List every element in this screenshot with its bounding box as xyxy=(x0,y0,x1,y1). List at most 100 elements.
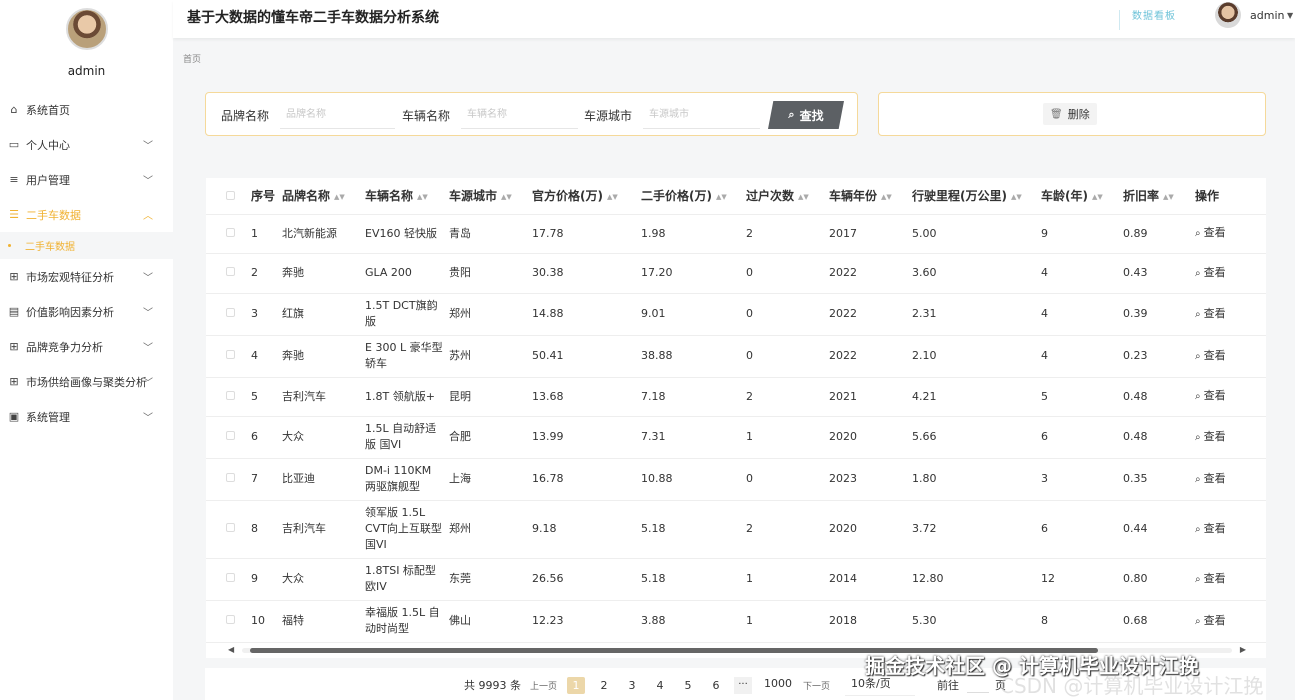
view-button[interactable]: ⌕ 查看 xyxy=(1195,349,1226,362)
page-5-button[interactable]: 5 xyxy=(679,677,697,694)
page-2-button[interactable]: 2 xyxy=(595,677,613,694)
row-checkbox[interactable] xyxy=(206,600,239,643)
page-4-button[interactable]: 4 xyxy=(651,677,669,694)
scroll-left-icon[interactable]: ◀ xyxy=(228,645,234,654)
sort-icon[interactable]: ▲▼ xyxy=(881,193,892,201)
table-row[interactable]: 9 大众 1.8TSI 标配型 欧IV 东莞 26.56 5.18 1 2014 12.80 12… xyxy=(206,558,1266,601)
table-row[interactable]: 3 红旗 1.5T DCT旗韵版 郑州 14.88 9.01 0 2022 2.31 4 0.39 ⌕… xyxy=(206,293,1266,336)
table-row[interactable]: 1 北汽新能源 EV160 轻快版 青岛 17.78 1.98 2 2017 5.00 9 0.89… xyxy=(206,214,1266,254)
page-6-button[interactable]: 6 xyxy=(707,677,725,694)
column-header-label: 二手价格(万) xyxy=(641,189,712,204)
row-checkbox[interactable] xyxy=(206,335,239,378)
cell-model: 1.5T DCT旗韵版 xyxy=(365,293,449,336)
sidebar-item-1[interactable]: ▭ 个人中心 ﹀ xyxy=(0,127,173,162)
view-button[interactable]: ⌕ 查看 xyxy=(1195,472,1226,485)
column-header-6[interactable]: 过户次数 ▲▼ xyxy=(746,178,829,215)
delete-button[interactable]: 🗑 删除 xyxy=(1043,103,1097,125)
row-checkbox[interactable] xyxy=(206,500,239,559)
column-header-label: 车源城市 xyxy=(449,189,498,204)
prev-page-button[interactable]: 上一页 xyxy=(530,679,557,692)
column-header-2[interactable]: 车辆名称 ▲▼ xyxy=(365,178,449,215)
caret-down-icon[interactable]: ▼ xyxy=(1287,11,1293,20)
sort-icon[interactable]: ▲▼ xyxy=(1163,193,1174,201)
column-header-10[interactable]: 折旧率 ▲▼ xyxy=(1123,178,1195,215)
scroll-right-icon[interactable]: ▶ xyxy=(1240,645,1246,654)
column-header-1[interactable]: 品牌名称 ▲▼ xyxy=(282,178,365,215)
city-input[interactable] xyxy=(643,101,760,129)
table-row[interactable]: 7 比亚迪 DM-i 110KM 两驱旗舰型 上海 16.78 10.88 0 2023 1.8… xyxy=(206,458,1266,501)
view-button[interactable]: ⌕ 查看 xyxy=(1195,522,1226,535)
cell-year: 2021 xyxy=(829,377,912,417)
column-header-3[interactable]: 车源城市 ▲▼ xyxy=(449,178,532,215)
view-button[interactable]: ⌕ 查看 xyxy=(1195,572,1226,585)
table-row[interactable]: 6 大众 1.5L 自动舒适版 国VI 合肥 13.99 7.31 1 2020 5.66 6 0.… xyxy=(206,416,1266,459)
table-row[interactable]: 4 奔驰 E 300 L 豪华型 轿车 苏州 50.41 38.88 0 2022 2.10 4 0… xyxy=(206,335,1266,378)
model-input[interactable] xyxy=(461,101,578,129)
sort-icon[interactable]: ▲▼ xyxy=(1092,193,1103,201)
user-menu[interactable]: admin xyxy=(1250,9,1284,22)
cell-brand: 北汽新能源 xyxy=(282,214,365,254)
document-icon: ▤ xyxy=(8,305,20,318)
select-all-checkbox[interactable] xyxy=(206,178,239,215)
sidebar-item-5[interactable]: ▤ 价值影响因素分析 ﹀ xyxy=(0,294,173,329)
column-header-4[interactable]: 官方价格(万) ▲▼ xyxy=(532,178,641,215)
delete-button-label: 删除 xyxy=(1067,108,1090,121)
row-checkbox[interactable] xyxy=(206,253,239,294)
page-3-button[interactable]: 3 xyxy=(623,677,641,694)
column-header-8[interactable]: 行驶里程(万公里) ▲▼ xyxy=(912,178,1041,215)
search-button[interactable]: ⌕ 查找 xyxy=(768,101,844,129)
sidebar-item-6[interactable]: ⊞ 品牌竞争力分析 ﹀ xyxy=(0,329,173,364)
more-pages-button[interactable]: ··· xyxy=(734,677,752,694)
sidebar-item-2[interactable]: ≡ 用户管理 ﹀ xyxy=(0,162,173,197)
sort-icon[interactable]: ▲▼ xyxy=(607,193,618,201)
view-button[interactable]: ⌕ 查看 xyxy=(1195,266,1226,279)
row-checkbox[interactable] xyxy=(206,458,239,501)
sidebar-item-4[interactable]: ⊞ 市场宏观特征分析 ﹀ xyxy=(0,259,173,294)
sidebar-item-7[interactable]: ⊞ 市场供给画像与聚类分析 ﹀ xyxy=(0,364,173,399)
view-cell: ⌕ 查看 xyxy=(1195,253,1266,294)
view-label: 查看 xyxy=(1203,613,1226,627)
column-header-7[interactable]: 车辆年份 ▲▼ xyxy=(829,178,912,215)
row-checkbox[interactable] xyxy=(206,293,239,336)
cell-mileage: 12.80 xyxy=(912,558,1041,601)
sidebar-item-8[interactable]: ▣ 系统管理 ﹀ xyxy=(0,399,173,434)
table-row[interactable]: 5 吉利汽车 1.8T 领航版+ 昆明 13.68 7.18 2 2021 4.21 5 0.48 ⌕… xyxy=(206,377,1266,417)
sort-icon[interactable]: ▲▼ xyxy=(334,193,345,201)
cell-transfers: 1 xyxy=(746,558,829,601)
cell-no: 4 xyxy=(239,335,282,378)
sort-icon[interactable]: ▲▼ xyxy=(1011,193,1022,201)
view-button[interactable]: ⌕ 查看 xyxy=(1195,430,1226,443)
view-button[interactable]: ⌕ 查看 xyxy=(1195,226,1226,239)
sort-icon[interactable]: ▲▼ xyxy=(417,193,428,201)
submenu-item-used-cars[interactable]: 二手车数据 xyxy=(0,232,173,259)
user-avatar[interactable] xyxy=(1215,2,1241,28)
sort-icon[interactable]: ▲▼ xyxy=(716,193,727,201)
sort-icon[interactable]: ▲▼ xyxy=(798,193,809,201)
page-1-button[interactable]: 1 xyxy=(567,677,585,694)
column-header-9[interactable]: 车龄(年) ▲▼ xyxy=(1041,178,1123,215)
last-page-button[interactable]: 1000 xyxy=(764,677,792,690)
sidebar-item-label: 二手车数据 xyxy=(26,208,81,222)
next-page-button[interactable]: 下一页 xyxy=(803,679,830,692)
sort-icon[interactable]: ▲▼ xyxy=(501,193,512,201)
cell-city: 合肥 xyxy=(449,416,532,459)
column-header-5[interactable]: 二手价格(万) ▲▼ xyxy=(641,178,746,215)
column-header-label: 行驶里程(万公里) xyxy=(912,189,1007,204)
table-row[interactable]: 2 奔驰 GLA 200 贵阳 30.38 17.20 0 2022 3.60 4 0.43 ⌕ 查看 xyxy=(206,253,1266,294)
column-header-label: 车辆年份 xyxy=(829,189,878,204)
row-checkbox[interactable] xyxy=(206,214,239,254)
view-button[interactable]: ⌕ 查看 xyxy=(1195,307,1226,320)
table-row[interactable]: 10 福特 幸福版 1.5L 自动时尚型 佛山 12.23 3.88 1 2018 5.30 8 0… xyxy=(206,600,1266,643)
row-checkbox[interactable] xyxy=(206,377,239,417)
view-button[interactable]: ⌕ 查看 xyxy=(1195,389,1226,402)
sidebar-item-3[interactable]: ☰ 二手车数据 ︿ xyxy=(0,197,173,232)
row-checkbox[interactable] xyxy=(206,558,239,601)
cell-used: 5.18 xyxy=(641,500,746,559)
breadcrumb[interactable]: 首页 xyxy=(183,52,201,65)
sidebar-item-0[interactable]: ⌂ 系统首页 xyxy=(0,92,173,127)
row-checkbox[interactable] xyxy=(206,416,239,459)
view-button[interactable]: ⌕ 查看 xyxy=(1195,614,1226,627)
brand-input[interactable] xyxy=(280,101,395,129)
table-row[interactable]: 8 吉利汽车 领军版 1.5L CVT向上互联型 国VI 郑州 9.18 5.18 2 202… xyxy=(206,500,1266,559)
dashboard-link[interactable]: 数据看板 xyxy=(1119,10,1176,30)
